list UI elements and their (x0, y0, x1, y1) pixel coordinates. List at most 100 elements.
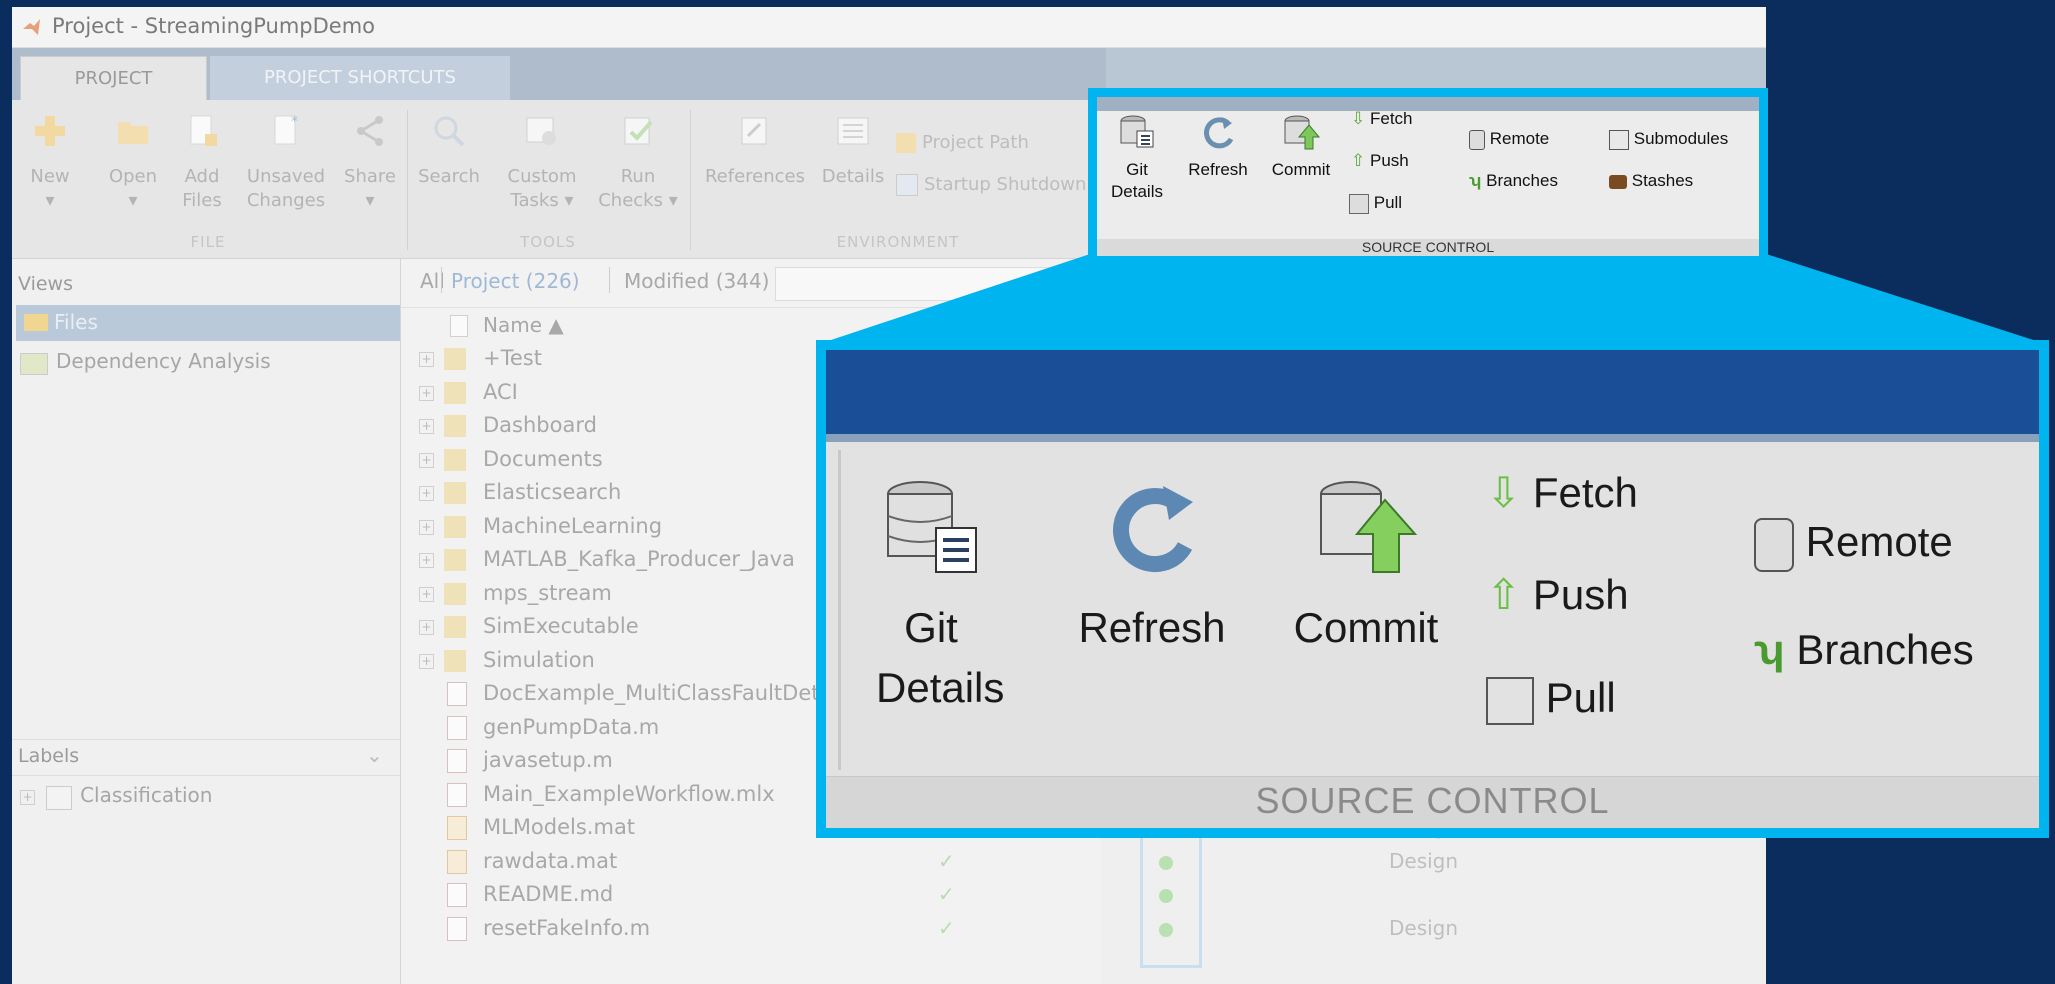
open-button[interactable]: Open ▾ (100, 112, 166, 213)
push-icon: ⇧ (1486, 571, 1522, 618)
tab-project[interactable]: PROJECT (20, 56, 207, 101)
expand-icon[interactable]: + (419, 385, 434, 401)
expand-icon[interactable]: + (419, 586, 434, 602)
stashes-button[interactable]: Stashes (1609, 171, 1693, 191)
filter-project[interactable]: Project (226) (451, 269, 580, 293)
refresh-label: Refresh (1078, 604, 1226, 651)
check-icon: ✓ (938, 848, 955, 873)
table-row[interactable]: resetFakeInfo.m ✓ Design (401, 913, 1501, 947)
refresh-button-zoomed[interactable]: Refresh (1062, 476, 1242, 658)
project-path-button[interactable]: Project Path (896, 132, 1029, 153)
refresh-button[interactable]: Refresh (1177, 113, 1259, 181)
file-icon (447, 782, 467, 807)
new-button[interactable]: New ▾ (22, 112, 78, 213)
search-button[interactable]: Search (414, 112, 484, 189)
branches-button-zoomed[interactable]: ʮ Branches (1754, 626, 1974, 674)
separator (441, 267, 442, 293)
details-button[interactable]: Details (818, 112, 888, 189)
pull-button-zoomed[interactable]: Pull (1486, 674, 1616, 725)
window-title: Project - StreamingPumpDemo (52, 14, 376, 38)
push-icon: ⇧ (1351, 151, 1366, 170)
expand-icon[interactable]: + (419, 352, 434, 367)
file-icon (447, 749, 467, 773)
expand-icon[interactable]: + (419, 419, 434, 434)
file-name: README.md (483, 882, 614, 906)
views-item-dependency[interactable]: Dependency Analysis (20, 349, 271, 375)
push-button[interactable]: ⇧ Push (1351, 151, 1409, 171)
share-icon (357, 116, 383, 146)
folder-icon (444, 515, 466, 538)
fetch-button[interactable]: ⇩ Fetch (1351, 109, 1413, 129)
folder-icon (24, 314, 48, 331)
pull-label: Pull (1373, 193, 1403, 212)
file-name: MLModels.mat (483, 815, 636, 839)
pull-icon (1486, 676, 1534, 725)
share-button[interactable]: Share ▾ (338, 112, 402, 213)
custom-tasks-button[interactable]: Custom Tasks ▾ (492, 112, 592, 213)
commit-button[interactable]: Commit (1265, 113, 1337, 181)
add-files-label-1: Add (184, 166, 220, 187)
branches-button[interactable]: ʮ Branches (1469, 171, 1558, 191)
run-checks-button[interactable]: Run Checks ▾ (592, 112, 684, 213)
chevron-down-icon: ▾ (45, 190, 55, 211)
git-details-label-2: Details (876, 664, 1005, 711)
separator (407, 110, 408, 250)
file-name: resetFakeInfo.m (483, 915, 651, 940)
git-details-icon (1120, 115, 1154, 148)
folder-icon (444, 415, 466, 437)
project-path-icon (896, 133, 916, 153)
expand-icon[interactable]: + (20, 790, 35, 805)
git-details-button-zoomed[interactable]: Git Details (876, 476, 1005, 718)
startup-shutdown-icon (896, 174, 918, 196)
folder-icon (444, 448, 466, 471)
name-column-header[interactable]: Name ▲ (483, 313, 564, 337)
references-button[interactable]: References (696, 112, 814, 189)
share-label: Share (344, 166, 396, 187)
classification-cell: Design (1389, 848, 1459, 873)
commit-button-zoomed[interactable]: Commit (1286, 476, 1446, 658)
git-details-label-1: Git (1126, 160, 1148, 179)
startup-shutdown-button[interactable]: Startup Shutdown (896, 174, 1086, 196)
expand-icon[interactable]: + (419, 653, 434, 669)
project-path-label: Project Path (922, 132, 1029, 153)
stashes-icon (1609, 174, 1627, 189)
pull-button[interactable]: Pull (1349, 193, 1402, 214)
refresh-label: Refresh (1188, 160, 1248, 179)
expand-icon[interactable]: + (419, 553, 434, 568)
remote-button[interactable]: Remote (1469, 129, 1549, 150)
labels-item-classification[interactable]: + Classification (20, 783, 212, 810)
commit-label: Commit (1293, 604, 1439, 651)
add-file-icon (190, 115, 217, 146)
push-button-zoomed[interactable]: ⇧ Push (1486, 570, 1629, 619)
custom-tasks-label-2: Tasks ▾ (510, 190, 574, 211)
details-icon (837, 117, 869, 145)
filter-modified[interactable]: Modified (344) (624, 269, 769, 293)
git-details-button[interactable]: Git Details (1109, 113, 1165, 203)
search-label: Search (418, 166, 480, 187)
expand-icon[interactable]: + (419, 620, 434, 635)
remote-button-zoomed[interactable]: Remote (1754, 518, 1953, 572)
tab-project-shortcuts[interactable]: PROJECT SHORTCUTS (210, 56, 510, 100)
add-files-button[interactable]: Add Files (172, 112, 232, 213)
fetch-button-zoomed[interactable]: ⇩ Fetch (1486, 468, 1638, 517)
label-category-icon (46, 785, 73, 810)
remote-icon (1754, 518, 1794, 572)
classification-cell: Design (1389, 915, 1459, 940)
views-panel: Views Files Dependency Analysis Labels ⌄… (12, 259, 401, 984)
file-icon (447, 883, 467, 907)
classification-label: Classification (80, 783, 213, 807)
expand-icon[interactable]: + (419, 452, 434, 468)
table-row[interactable]: rawdata.mat ✓ Design (401, 846, 1501, 880)
expand-icon[interactable]: + (419, 519, 434, 535)
views-item-files-label: Files (54, 310, 98, 334)
filter-search-input[interactable] (775, 267, 1097, 301)
file-icon (447, 682, 467, 706)
table-row[interactable]: README.md ✓ (401, 879, 1501, 913)
submodules-button[interactable]: Submodules (1609, 129, 1728, 150)
views-item-files[interactable]: Files (16, 305, 400, 341)
expand-icon[interactable]: + (419, 486, 434, 501)
file-name: Dashboard (483, 413, 597, 437)
svg-text:*: * (291, 114, 298, 130)
unsaved-changes-button[interactable]: * Unsaved Changes (238, 112, 334, 213)
chevron-down-icon[interactable]: ⌄ (366, 743, 383, 767)
